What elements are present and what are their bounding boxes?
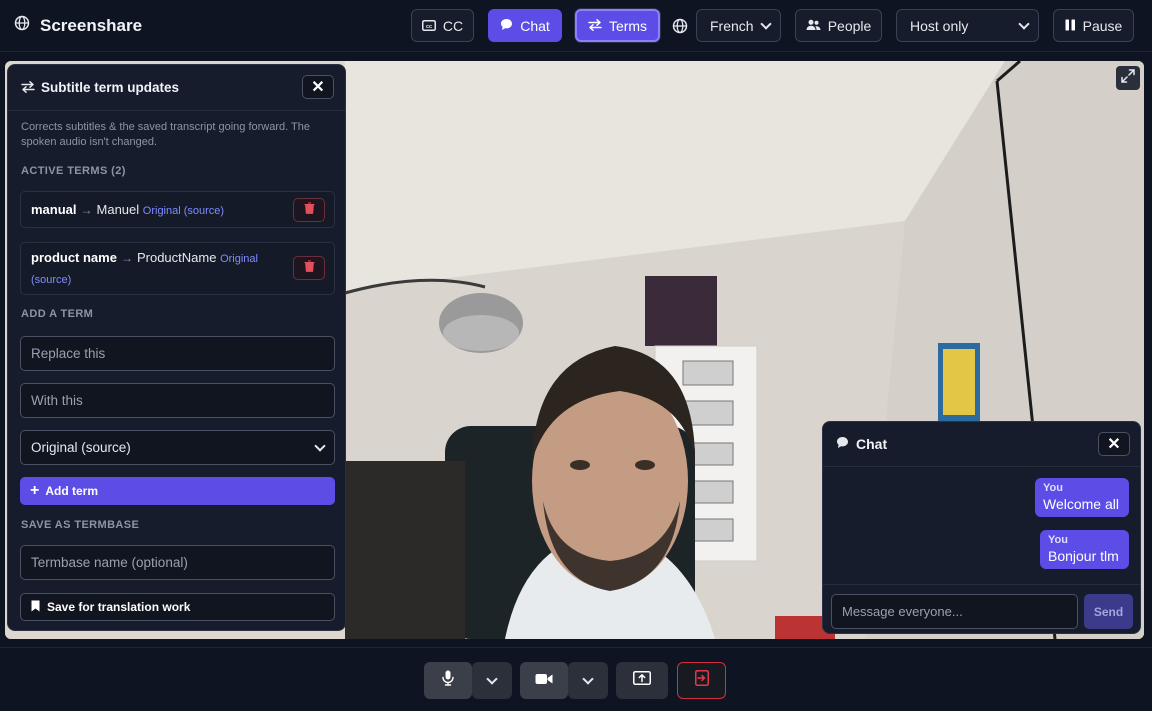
termbase-name-input[interactable]: Termbase name (optional) [20,545,335,580]
with-input[interactable]: With this [20,383,335,418]
term-target: ProductName [136,250,217,265]
chat-button[interactable]: Chat [488,9,562,42]
delete-term-button[interactable] [293,198,325,222]
chat-message-input[interactable]: Message everyone... [831,594,1078,629]
delete-term-button[interactable] [293,256,325,280]
people-label: People [827,17,872,34]
send-button[interactable]: Send [1084,594,1133,629]
add-term-label: Add term [45,484,99,498]
screen-share-icon [633,671,651,690]
pause-icon [1065,18,1076,34]
active-terms-header: ACTIVE TERMS (2) [21,165,126,177]
close-chat-button[interactable]: ✕ [1098,432,1130,456]
chat-message: You Bonjour tlm [1040,530,1129,569]
video-camera-icon [535,672,553,690]
add-term-header: ADD A TERM [21,308,94,320]
trash-icon [304,259,315,277]
term-text: product name → ProductName Original (sourc… [31,248,281,290]
bottom-controls [0,647,1152,711]
camera-button[interactable] [520,662,568,699]
pause-button[interactable]: Pause [1053,9,1134,42]
chevron-down-icon [486,672,498,685]
top-toolbar: Screenshare cc CC Chat Terms French Peop… [0,0,1152,52]
term-text: manual → Manuel Original (source) [31,200,224,221]
leave-call-button[interactable] [677,662,726,699]
chat-bubble-icon [500,18,513,34]
audience-value: Host only [910,17,969,34]
app-title: Screenshare [40,15,143,35]
exit-door-icon [694,670,709,691]
people-icon [806,18,821,34]
plus-icon: + [30,482,40,499]
term-scope: Original (source) [142,205,225,217]
bookmark-icon [31,600,40,615]
save-termbase-button[interactable]: Save for translation work [20,593,335,621]
chat-message-author: You [1043,482,1063,494]
chevron-down-icon [1018,17,1030,30]
microphone-options-button[interactable] [472,662,512,699]
terms-panel-header: Subtitle term updates ✕ [8,65,345,111]
pause-label: Pause [1082,17,1123,34]
close-icon: ✕ [311,79,325,96]
language-value: French [710,17,754,34]
microphone-button[interactable] [424,662,472,699]
scope-select[interactable]: Original (source) [20,430,335,465]
terms-panel-title: Subtitle term updates [41,80,180,95]
cc-label: CC [442,17,464,34]
globe-icon [14,15,30,36]
terms-note: Corrects subtitles & the saved transcrip… [21,121,310,148]
cc-button[interactable]: cc CC [411,9,474,42]
microphone-icon [442,670,454,691]
arrow-right-icon: → [80,203,93,217]
chat-panel-title: Chat [856,436,888,452]
chevron-down-icon [582,672,594,685]
svg-text:cc: cc [426,24,432,30]
camera-options-button[interactable] [568,662,608,699]
chat-label: Chat [520,17,550,34]
arrow-right-icon: → [120,251,133,265]
chevron-down-icon [760,17,772,30]
closed-caption-icon: cc [421,18,436,34]
term-row: product name → ProductName Original (sourc… [20,242,335,295]
chat-message: You Welcome all [1035,478,1129,517]
chevron-down-icon [314,439,326,452]
screen-share-button[interactable] [616,662,668,699]
scope-value: Original (source) [31,440,131,455]
term-source: product name [31,250,117,265]
swap-arrows-icon [588,18,602,34]
people-button[interactable]: People [795,9,882,42]
terms-label: Terms [608,17,648,34]
replace-input[interactable]: Replace this [20,336,335,371]
chat-message-author: You [1048,534,1068,546]
term-row: manual → Manuel Original (source) [20,191,335,228]
language-globe-icon [672,18,688,39]
audience-select[interactable]: Host only [896,9,1039,42]
terms-button[interactable]: Terms [575,9,660,42]
close-terms-button[interactable]: ✕ [302,75,334,99]
language-select[interactable]: French [696,9,781,42]
fullscreen-button[interactable] [1116,66,1140,90]
swap-arrows-icon [21,80,35,98]
terms-panel: Subtitle term updates ✕ Corrects subtitl… [7,64,346,631]
brand: Screenshare [14,15,142,36]
term-target: Manuel [96,202,140,217]
close-icon: ✕ [1107,436,1121,453]
chat-footer: Message everyone... Send [823,584,1140,633]
add-term-button[interactable]: + Add term [20,477,335,505]
term-source: manual [31,202,77,217]
chat-panel: Chat ✕ You Welcome all You Bonjour tlm M… [822,421,1141,634]
save-termbase-header: SAVE AS TERMBASE [21,519,140,531]
trash-icon [304,201,315,219]
chat-message-text: Bonjour tlm [1048,548,1119,564]
chat-bubble-icon [836,436,849,454]
chat-message-text: Welcome all [1043,496,1119,512]
save-termbase-label: Save for translation work [47,600,191,614]
expand-icon [1121,68,1135,88]
chat-panel-header: Chat ✕ [823,422,1140,467]
